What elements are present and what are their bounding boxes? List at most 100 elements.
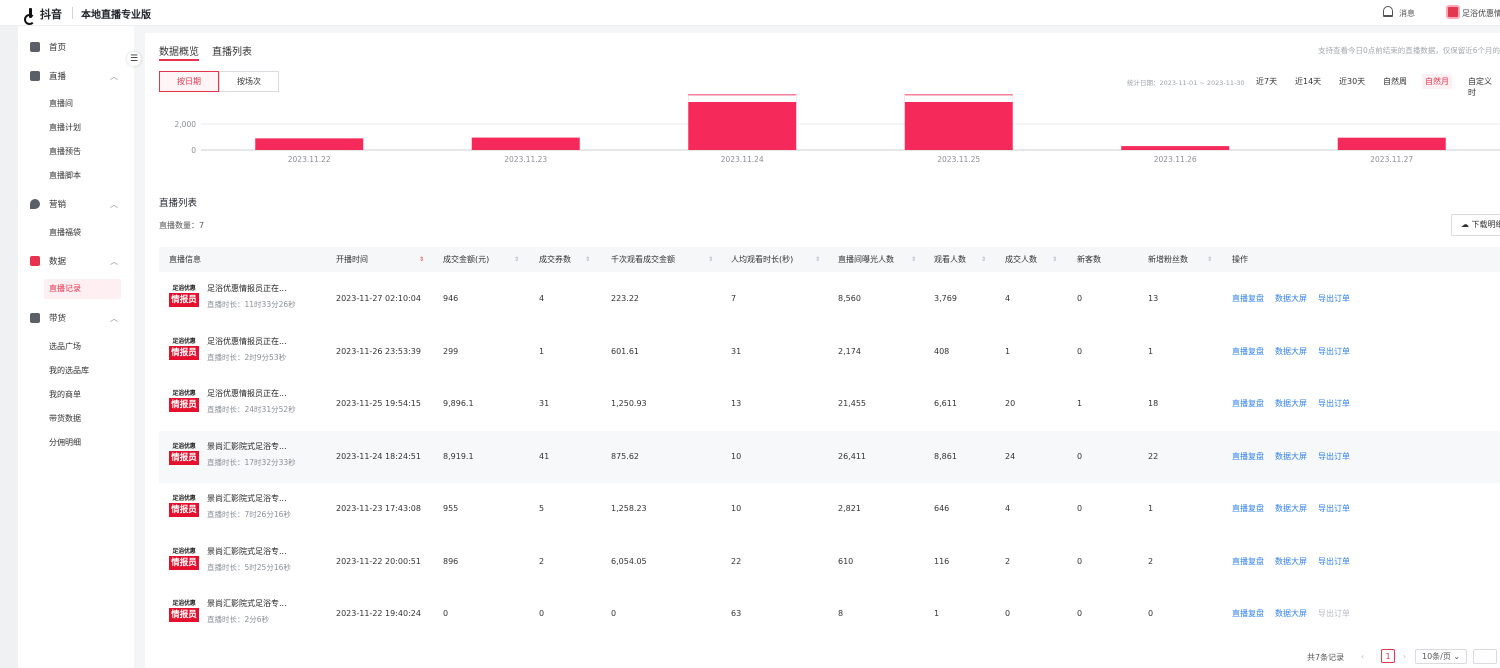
export-orders-link[interactable]: 导出订单: [1318, 326, 1350, 378]
bar-2023.11.26[interactable]: [1121, 146, 1230, 150]
sort-icon[interactable]: ⇕: [1207, 247, 1212, 272]
column-header[interactable]: 成交券数: [539, 247, 571, 272]
sort-icon[interactable]: ⇕: [911, 247, 916, 272]
page-jump-input[interactable]: [1473, 649, 1497, 664]
live-title[interactable]: 景尚汇影院式足浴专...: [207, 598, 287, 609]
douyin-logo[interactable]: 抖音: [24, 6, 62, 25]
bar-2023.11.27[interactable]: [1337, 137, 1446, 150]
live-title[interactable]: 景尚汇影院式足浴专...: [207, 441, 287, 452]
range-7-days[interactable]: 近7天: [1253, 74, 1280, 89]
column-header[interactable]: 开播时间: [336, 247, 368, 272]
tab-overview[interactable]: 数据概览: [159, 43, 199, 61]
live-review-link[interactable]: 直播复盘: [1232, 378, 1264, 430]
live-cover-thumbnail[interactable]: 足浴优惠 情报员: [169, 388, 199, 418]
bar-2023.11.23[interactable]: [471, 137, 580, 150]
data-screen-link[interactable]: 数据大屏: [1275, 431, 1307, 483]
live-cover-thumbnail[interactable]: 足浴优惠 情报员: [169, 336, 199, 366]
nav-my-selection[interactable]: 我的选品库: [49, 364, 89, 378]
column-header: 操作: [1232, 255, 1248, 264]
data-screen-link[interactable]: 数据大屏: [1275, 273, 1307, 325]
column-header[interactable]: 新增粉丝数: [1148, 247, 1188, 272]
nav-commission[interactable]: 分佣明细: [49, 436, 81, 450]
nav-sales-data[interactable]: 带货数据: [49, 412, 81, 426]
download-details-button[interactable]: ☁ 下载明细: [1451, 214, 1500, 236]
live-review-link[interactable]: 直播复盘: [1232, 483, 1264, 535]
nav-live-records[interactable]: 直播记录: [44, 279, 121, 299]
page-size-select[interactable]: 10条/页 ⌄: [1415, 649, 1467, 664]
bar-2023.11.24[interactable]: [688, 94, 797, 150]
live-cover-thumbnail[interactable]: 足浴优惠 情报员: [169, 441, 199, 471]
nav-live-script[interactable]: 直播脚本: [49, 169, 81, 183]
prev-page-button[interactable]: ‹: [1361, 652, 1364, 661]
column-header[interactable]: 千次观看成交金额: [611, 247, 675, 272]
live-title[interactable]: 景尚汇影院式足浴专...: [207, 493, 287, 504]
cell-start: 2023-11-24 18:24:51: [336, 451, 421, 461]
live-cover-thumbnail[interactable]: 足浴优惠 情报员: [169, 546, 199, 576]
sort-icon[interactable]: ⇕: [815, 247, 820, 272]
sort-icon[interactable]: ⇕: [1052, 247, 1057, 272]
sort-icon[interactable]: ⇕: [585, 247, 590, 272]
export-orders-link[interactable]: 导出订单: [1318, 536, 1350, 588]
range-14-days[interactable]: 近14天: [1292, 74, 1324, 89]
next-page-button[interactable]: ›: [1403, 652, 1406, 661]
data-screen-link[interactable]: 数据大屏: [1275, 326, 1307, 378]
nav-live-plan[interactable]: 直播计划: [49, 121, 81, 135]
nav-marketing[interactable]: 营销 ︿: [18, 195, 134, 213]
nav-data[interactable]: 数据 ︿: [18, 252, 134, 270]
column-header[interactable]: 直播间曝光人数: [838, 247, 894, 272]
data-screen-link[interactable]: 数据大屏: [1275, 588, 1307, 640]
data-screen-link[interactable]: 数据大屏: [1275, 536, 1307, 588]
nav-goods[interactable]: 带货 ︿: [18, 309, 134, 327]
segment-by-date[interactable]: 按日期: [159, 71, 219, 92]
account-avatar[interactable]: [1446, 5, 1460, 19]
cell-new-fans: 1: [1148, 346, 1154, 356]
live-review-link[interactable]: 直播复盘: [1232, 588, 1264, 640]
export-orders-link[interactable]: 导出订单: [1318, 378, 1350, 430]
sort-icon[interactable]: ⇕: [514, 247, 519, 272]
range-natural-month[interactable]: 自然月: [1422, 74, 1452, 89]
live-title[interactable]: 足浴优惠情报员正在...: [207, 388, 287, 399]
page-1-button[interactable]: 1: [1381, 649, 1395, 663]
account-name[interactable]: 足浴优惠情: [1462, 8, 1500, 19]
live-review-link[interactable]: 直播复盘: [1232, 536, 1264, 588]
sort-icon[interactable]: ⇕: [981, 247, 986, 272]
sort-icon[interactable]: ⇕: [708, 247, 713, 272]
column-header[interactable]: 观看人数: [934, 247, 966, 272]
sort-icon[interactable]: ⇕: [419, 247, 424, 272]
nav-live-preview[interactable]: 直播预告: [49, 145, 81, 159]
bar-2023.11.22[interactable]: [255, 138, 364, 150]
export-orders-link[interactable]: 导出订单: [1318, 273, 1350, 325]
live-cover-thumbnail[interactable]: 足浴优惠 情报员: [169, 493, 199, 523]
table-row: 足浴优惠 情报员 景尚汇影院式足浴专... 直播时长：2分6秒 2023-11-22 1…: [159, 588, 1500, 640]
live-cover-thumbnail[interactable]: 足浴优惠 情报员: [169, 598, 199, 628]
live-review-link[interactable]: 直播复盘: [1232, 431, 1264, 483]
data-screen-link[interactable]: 数据大屏: [1275, 483, 1307, 535]
data-screen-link[interactable]: 数据大屏: [1275, 378, 1307, 430]
nav-lucky-bag[interactable]: 直播福袋: [49, 226, 81, 240]
export-orders-link[interactable]: 导出订单: [1318, 431, 1350, 483]
bell-icon[interactable]: [1383, 6, 1393, 17]
segment-by-session[interactable]: 按场次: [219, 71, 279, 92]
nav-live-room[interactable]: 直播间: [49, 97, 73, 111]
export-orders-link[interactable]: 导出订单: [1318, 588, 1350, 640]
column-header[interactable]: 成交金额(元): [443, 247, 489, 272]
sidebar-collapse-icon[interactable]: ☰: [127, 52, 141, 66]
tab-live-list[interactable]: 直播列表: [212, 43, 252, 61]
nav-my-orders[interactable]: 我的商单: [49, 388, 81, 402]
bar-2023.11.25[interactable]: [904, 94, 1013, 150]
live-title[interactable]: 景尚汇影院式足浴专...: [207, 546, 287, 557]
messages-link[interactable]: 消息: [1399, 8, 1415, 19]
column-header[interactable]: 成交人数: [1005, 247, 1037, 272]
nav-product-square[interactable]: 选品广场: [49, 340, 81, 354]
nav-live[interactable]: 直播 ︿: [18, 67, 134, 85]
live-review-link[interactable]: 直播复盘: [1232, 326, 1264, 378]
live-cover-thumbnail[interactable]: 足浴优惠 情报员: [169, 283, 199, 313]
nav-home[interactable]: 首页: [18, 38, 134, 56]
range-30-days[interactable]: 近30天: [1336, 74, 1368, 89]
live-title[interactable]: 足浴优惠情报员正在...: [207, 336, 287, 347]
live-review-link[interactable]: 直播复盘: [1232, 273, 1264, 325]
export-orders-link[interactable]: 导出订单: [1318, 483, 1350, 535]
live-title[interactable]: 足浴优惠情报员正在...: [207, 283, 287, 294]
range-natural-week[interactable]: 自然周: [1380, 74, 1410, 89]
column-header[interactable]: 人均观看时长(秒): [731, 247, 793, 272]
